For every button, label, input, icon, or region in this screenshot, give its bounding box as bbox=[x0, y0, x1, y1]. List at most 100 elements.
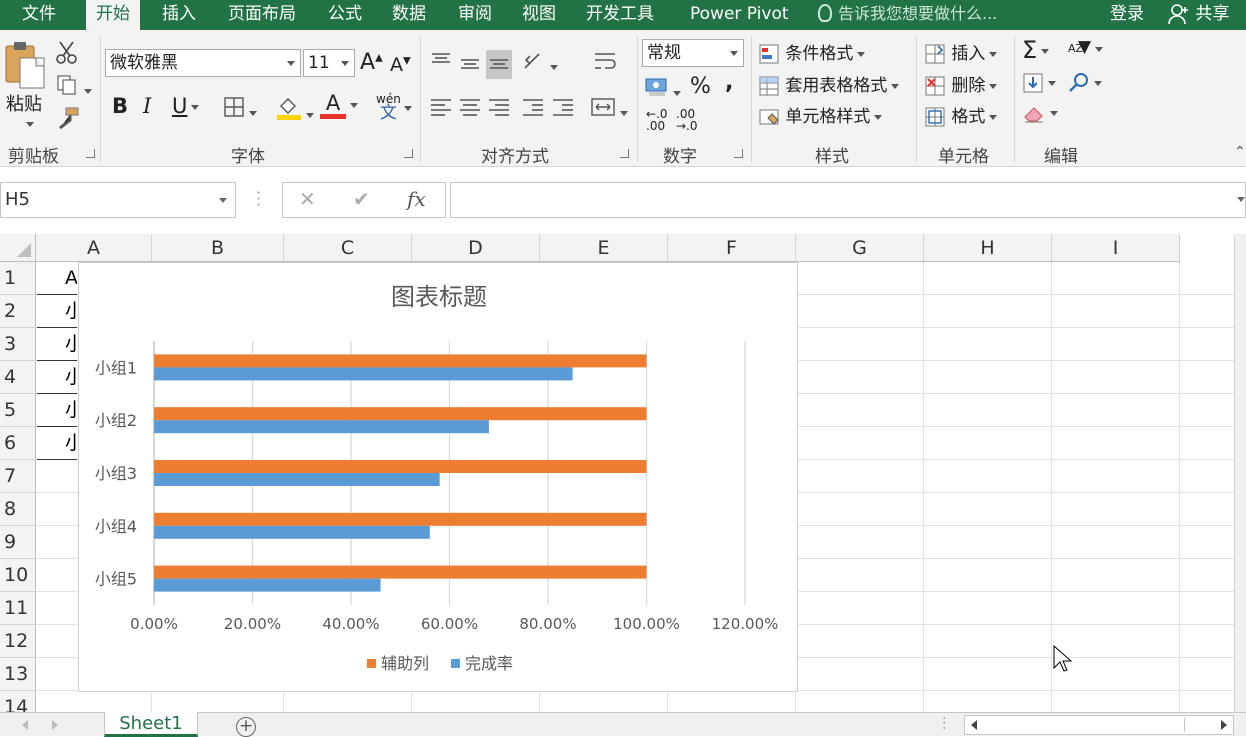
font-color-button[interactable]: A bbox=[320, 92, 358, 119]
bold-button[interactable]: B bbox=[112, 94, 128, 118]
formula-input[interactable] bbox=[450, 182, 1246, 218]
column-header-F[interactable]: F bbox=[668, 234, 796, 262]
insert-function-icon[interactable]: fx bbox=[407, 187, 426, 211]
row-header-8[interactable]: 8 bbox=[0, 493, 36, 526]
underline-button[interactable]: U bbox=[172, 94, 200, 118]
ribbon-tab-6[interactable]: 审阅 bbox=[448, 0, 502, 30]
clear-button[interactable] bbox=[1022, 102, 1058, 124]
paste-button[interactable] bbox=[4, 40, 48, 97]
autosum-button[interactable]: Σ bbox=[1022, 36, 1050, 64]
fill-button[interactable] bbox=[1022, 72, 1056, 94]
scroll-thumb[interactable] bbox=[989, 718, 1185, 732]
paste-dropdown-icon[interactable] bbox=[26, 122, 34, 127]
bar-辅助列-小组1[interactable] bbox=[154, 354, 647, 368]
row-header-11[interactable]: 11 bbox=[0, 592, 36, 625]
row-header-6[interactable]: 6 bbox=[0, 427, 36, 460]
bar-完成率-小组4[interactable] bbox=[154, 525, 430, 539]
row-header-10[interactable]: 10 bbox=[0, 559, 36, 592]
cell-A1[interactable]: A bbox=[37, 262, 77, 295]
legend-entry[interactable]: 完成率 bbox=[465, 654, 513, 673]
bar-完成率-小组3[interactable] bbox=[154, 473, 440, 486]
phonetic-button[interactable]: wén 文 bbox=[376, 92, 401, 122]
format-painter-button[interactable] bbox=[56, 106, 80, 135]
column-header-C[interactable]: C bbox=[284, 234, 412, 262]
increase-indent-button[interactable] bbox=[550, 96, 576, 125]
insert-cells-button[interactable]: 插入 bbox=[924, 39, 998, 65]
cut-button[interactable] bbox=[56, 40, 78, 69]
row-header-13[interactable]: 13 bbox=[0, 658, 36, 691]
sheet-tab-sheet1[interactable]: Sheet1 bbox=[104, 712, 198, 737]
cell-A4[interactable]: 小 bbox=[37, 361, 77, 394]
ribbon-tab-4[interactable]: 公式 bbox=[318, 0, 372, 30]
chart-title[interactable]: 图表标题 bbox=[391, 283, 487, 311]
vertical-scrollbar[interactable] bbox=[1234, 234, 1246, 712]
row-header-5[interactable]: 5 bbox=[0, 394, 36, 427]
bar-辅助列-小组4[interactable] bbox=[154, 512, 647, 526]
font-name-combo[interactable]: 微软雅黑 bbox=[105, 49, 301, 77]
column-header-A[interactable]: A bbox=[36, 234, 152, 262]
number-launcher-icon[interactable] bbox=[734, 149, 743, 158]
row-header-14[interactable]: 14 bbox=[0, 691, 36, 712]
italic-button[interactable]: I bbox=[143, 94, 151, 118]
shrink-font-button[interactable]: A▼ bbox=[390, 54, 411, 76]
scroll-tabs-left-icon[interactable] bbox=[22, 720, 28, 730]
ribbon-tab-3[interactable]: 页面布局 bbox=[218, 0, 306, 30]
bar-完成率-小组1[interactable] bbox=[154, 367, 573, 381]
decrease-decimal-button[interactable]: .00 →.0 bbox=[676, 108, 698, 132]
bottom-align-button[interactable] bbox=[486, 50, 512, 79]
format-cells-button[interactable]: 格式 bbox=[924, 102, 998, 128]
bar-辅助列-小组5[interactable] bbox=[154, 565, 647, 579]
name-box[interactable]: H5 bbox=[0, 182, 236, 218]
align-left-button[interactable] bbox=[428, 96, 454, 125]
number-format-combo[interactable]: 常规 bbox=[642, 39, 744, 67]
top-align-button[interactable] bbox=[428, 48, 454, 77]
bar-辅助列-小组2[interactable] bbox=[154, 407, 647, 421]
bar-辅助列-小组3[interactable] bbox=[154, 460, 647, 473]
horizontal-scrollbar[interactable] bbox=[964, 715, 1234, 735]
cell-A2[interactable]: 小 bbox=[37, 295, 77, 328]
row-header-4[interactable]: 4 bbox=[0, 361, 36, 394]
row-header-7[interactable]: 7 bbox=[0, 460, 36, 493]
increase-decimal-button[interactable]: ←.0.00 bbox=[646, 108, 668, 132]
sort-filter-button[interactable]: AZ▼ bbox=[1068, 39, 1104, 56]
borders-button[interactable] bbox=[223, 96, 257, 123]
row-header-12[interactable]: 12 bbox=[0, 625, 36, 658]
row-header-2[interactable]: 2 bbox=[0, 295, 36, 328]
enter-icon[interactable]: ✔ bbox=[353, 187, 370, 211]
collapse-ribbon-icon[interactable]: ⌃ bbox=[1234, 144, 1246, 160]
row-header-9[interactable]: 9 bbox=[0, 526, 36, 559]
column-header-D[interactable]: D bbox=[412, 234, 540, 262]
ribbon-tab-2[interactable]: 插入 bbox=[152, 0, 206, 30]
ribbon-tab-0[interactable]: 文件 bbox=[12, 0, 66, 30]
login-button[interactable]: 登录 bbox=[1110, 0, 1144, 28]
ribbon-tab-1[interactable]: 开始 bbox=[86, 0, 140, 30]
copy-button[interactable] bbox=[56, 74, 92, 101]
align-right-button[interactable] bbox=[486, 96, 512, 125]
middle-align-button[interactable] bbox=[457, 54, 483, 83]
font-size-combo[interactable]: 11 bbox=[303, 49, 355, 77]
ribbon-tab-8[interactable]: 开发工具 bbox=[576, 0, 664, 30]
conditional-formatting-button[interactable]: 条件格式 bbox=[758, 39, 866, 65]
cancel-icon[interactable]: ✕ bbox=[299, 187, 316, 211]
tell-me-search[interactable]: 告诉我您想要做什么... bbox=[818, 0, 997, 30]
add-sheet-button[interactable]: + bbox=[236, 717, 256, 737]
cell-A5[interactable]: 小 bbox=[37, 394, 77, 427]
scroll-left-icon[interactable] bbox=[971, 720, 977, 730]
phonetic-dropdown-icon[interactable] bbox=[404, 106, 412, 111]
splitter-grip-icon[interactable]: · · · bbox=[942, 712, 946, 736]
font-launcher-icon[interactable] bbox=[404, 149, 413, 158]
fill-color-button[interactable] bbox=[276, 94, 314, 125]
row-header-1[interactable]: 1 bbox=[0, 262, 36, 295]
bar-完成率-小组2[interactable] bbox=[154, 420, 489, 434]
wrap-text-button[interactable] bbox=[592, 50, 618, 79]
ribbon-tab-5[interactable]: 数据 bbox=[382, 0, 436, 30]
percent-button[interactable]: % bbox=[690, 74, 711, 99]
column-header-I[interactable]: I bbox=[1052, 234, 1180, 262]
cell-A6[interactable]: 小 bbox=[37, 427, 77, 460]
row-header-3[interactable]: 3 bbox=[0, 328, 36, 361]
scroll-tabs-right-icon[interactable] bbox=[52, 720, 58, 730]
bar-chart[interactable]: 图表标题 0.00% 20.00% 40.00% 60.00% 80.00% 100.00%… bbox=[78, 262, 798, 692]
select-all-corner[interactable] bbox=[0, 234, 36, 262]
accounting-format-button[interactable] bbox=[645, 76, 681, 103]
clipboard-launcher-icon[interactable] bbox=[86, 149, 95, 158]
